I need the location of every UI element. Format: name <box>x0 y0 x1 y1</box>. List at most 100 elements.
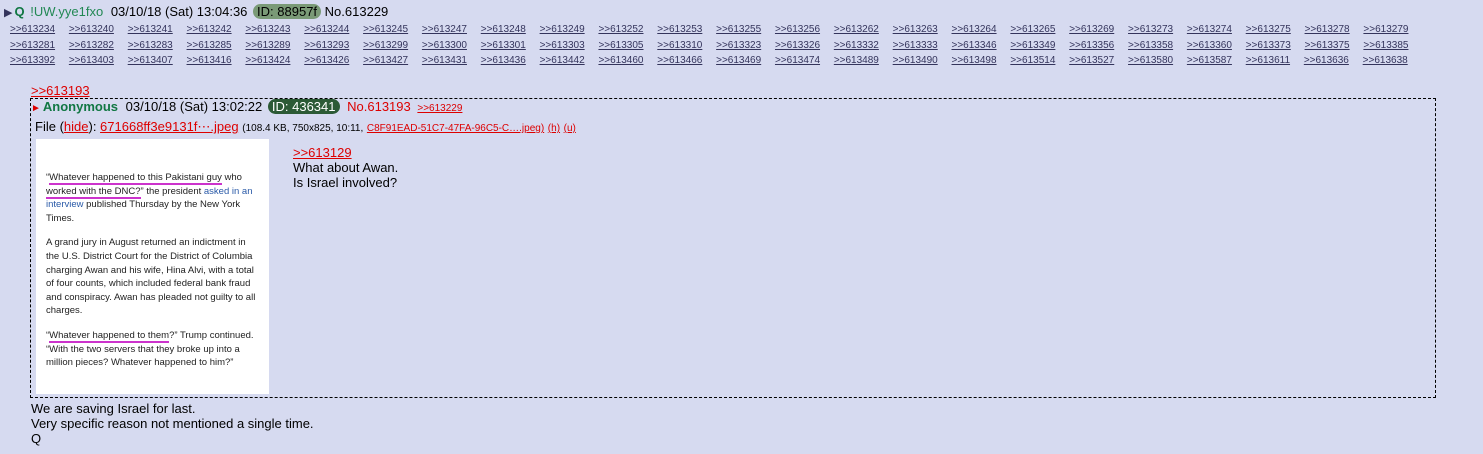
reply-link[interactable]: >>613375 <box>1305 40 1350 51</box>
reply-link[interactable]: >>613285 <box>187 40 232 51</box>
reply-link[interactable]: >>613358 <box>1128 40 1173 51</box>
reply-link[interactable]: >>613275 <box>1246 24 1291 35</box>
reply-link[interactable]: >>613407 <box>128 55 173 66</box>
reply-link[interactable]: >>613273 <box>1128 24 1173 35</box>
reply-link[interactable]: >>613283 <box>128 40 173 51</box>
reply-quote-link[interactable]: >>613129 <box>293 145 352 160</box>
file-meta: (108.4 KB, 750x825, 10:11, <box>242 123 364 134</box>
reply-link[interactable]: >>613293 <box>304 40 349 51</box>
reply-link[interactable]: >>613278 <box>1305 24 1350 35</box>
reply-link[interactable]: >>613466 <box>657 55 702 66</box>
op-name: Q <box>14 4 25 19</box>
reply-link[interactable]: >>613424 <box>245 55 290 66</box>
reply-name: Anonymous <box>42 99 119 114</box>
reply-link[interactable]: >>613256 <box>775 24 820 35</box>
reply-body-line: What about Awan. <box>293 160 399 175</box>
reply-link[interactable]: >>613274 <box>1187 24 1232 35</box>
reply-link[interactable]: >>613333 <box>893 40 938 51</box>
reply-link[interactable]: >>613240 <box>69 24 114 35</box>
reply-link[interactable]: >>613234 <box>10 24 55 35</box>
reply-link[interactable]: >>613373 <box>1246 40 1291 51</box>
reply-link[interactable]: >>613436 <box>481 55 526 66</box>
op-signature: Q <box>31 431 42 446</box>
reply-link[interactable]: >>613427 <box>363 55 408 66</box>
reply-link[interactable]: >>613269 <box>1069 24 1114 35</box>
reply-link[interactable]: >>613442 <box>540 55 585 66</box>
reply-link[interactable]: >>613360 <box>1187 40 1232 51</box>
reply-link[interactable]: >>613243 <box>245 24 290 35</box>
reply-link[interactable]: >>613498 <box>952 55 997 66</box>
reply-link[interactable]: >>613245 <box>363 24 408 35</box>
reply-link[interactable]: >>613281 <box>10 40 55 51</box>
op-post-number[interactable]: No.613229 <box>325 4 389 19</box>
op-body-line: Very specific reason not mentioned a sin… <box>31 416 314 431</box>
op-datetime: 03/10/18 (Sat) 13:04:36 <box>110 4 248 19</box>
reply-link[interactable]: >>613248 <box>481 24 526 35</box>
reply-link[interactable]: >>613356 <box>1069 40 1114 51</box>
reply-link[interactable]: >>613460 <box>598 55 643 66</box>
reply-link[interactable]: >>613279 <box>1363 24 1408 35</box>
reply-backlink[interactable]: >>613229 <box>417 103 462 114</box>
reply-link[interactable]: >>613474 <box>775 55 820 66</box>
op-body-line: We are saving Israel for last. <box>31 401 196 416</box>
reply-id-badge[interactable]: ID: 436341 <box>267 99 340 114</box>
expand-arrow-icon[interactable]: ▶ <box>4 7 12 19</box>
file-u-link[interactable]: (u) <box>564 123 576 134</box>
reply-link[interactable]: >>613244 <box>304 24 349 35</box>
reply-link[interactable]: >>613514 <box>1010 55 1055 66</box>
reply-link[interactable]: >>613587 <box>1187 55 1232 66</box>
hide-link[interactable]: hide <box>64 119 89 134</box>
reply-link[interactable]: >>613580 <box>1128 55 1173 66</box>
reply-link[interactable]: >>613636 <box>1304 55 1349 66</box>
reply-link[interactable]: >>613431 <box>422 55 467 66</box>
reply-link[interactable]: >>613490 <box>893 55 938 66</box>
reply-link[interactable]: >>613346 <box>952 40 997 51</box>
reply-link[interactable]: >>613264 <box>952 24 997 35</box>
reply-link[interactable]: >>613253 <box>657 24 702 35</box>
reply-link[interactable]: >>613323 <box>716 40 761 51</box>
reply-link[interactable]: >>613305 <box>598 40 643 51</box>
reply-link[interactable]: >>613303 <box>540 40 585 51</box>
thumb-paragraph-2: A grand jury in August returned an indic… <box>46 237 256 317</box>
reply-link[interactable]: >>613416 <box>187 55 232 66</box>
reply-link[interactable]: >>613299 <box>363 40 408 51</box>
reply-link[interactable]: >>613392 <box>10 55 55 66</box>
reply-link[interactable]: >>613252 <box>598 24 643 35</box>
reply-post-number[interactable]: No.613193 <box>347 99 411 114</box>
reply-link[interactable]: >>613385 <box>1363 40 1408 51</box>
reply-link[interactable]: >>613262 <box>834 24 879 35</box>
reply-link[interactable]: >>613265 <box>1010 24 1055 35</box>
reply-link[interactable]: >>613426 <box>304 55 349 66</box>
reply-link[interactable]: >>613263 <box>893 24 938 35</box>
collapse-arrow-icon[interactable]: ► <box>31 103 41 114</box>
reply-link[interactable]: >>613489 <box>834 55 879 66</box>
reply-link[interactable]: >>613249 <box>540 24 585 35</box>
reply-link[interactable]: >>613611 <box>1246 55 1290 66</box>
op-id-badge[interactable]: ID: 88957f <box>253 4 322 19</box>
reply-link[interactable]: >>613301 <box>481 40 526 51</box>
reply-header: ► Anonymous 03/10/18 (Sat) 13:02:22 ID: 4… <box>31 99 462 117</box>
file-h-link[interactable]: (h) <box>548 123 560 134</box>
file-name-link[interactable]: 671668ff3e9131f⋯.jpeg <box>100 119 239 134</box>
reply-link[interactable]: >>613242 <box>187 24 232 35</box>
image-thumbnail[interactable]: “Whatever happened to this Pakistani guy… <box>36 139 269 394</box>
reply-link[interactable]: >>613469 <box>716 55 761 66</box>
reply-link[interactable]: >>613289 <box>245 40 290 51</box>
reply-link[interactable]: >>613638 <box>1363 55 1408 66</box>
reply-link[interactable]: >>613349 <box>1010 40 1055 51</box>
reply-link[interactable]: >>613310 <box>657 40 702 51</box>
reply-body-line: Is Israel involved? <box>293 175 398 190</box>
reply-link[interactable]: >>613403 <box>69 55 114 66</box>
thumb-paragraph-1: “Whatever happened to this Pakistani guy… <box>46 172 253 224</box>
reply-link[interactable]: >>613282 <box>69 40 114 51</box>
reply-link[interactable]: >>613247 <box>422 24 467 35</box>
op-quote-link[interactable]: >>613193 <box>31 83 90 98</box>
reply-link[interactable]: >>613255 <box>716 24 761 35</box>
file-original-name-link[interactable]: C8F91EAD-51C7-47FA-96C5-C….jpeg) <box>367 123 544 134</box>
reply-body: >>613129 What about Awan. Is Israel invo… <box>293 145 398 190</box>
reply-link[interactable]: >>613332 <box>834 40 879 51</box>
reply-link[interactable]: >>613527 <box>1069 55 1114 66</box>
reply-link[interactable]: >>613300 <box>422 40 467 51</box>
reply-link[interactable]: >>613241 <box>128 24 173 35</box>
reply-link[interactable]: >>613326 <box>775 40 820 51</box>
